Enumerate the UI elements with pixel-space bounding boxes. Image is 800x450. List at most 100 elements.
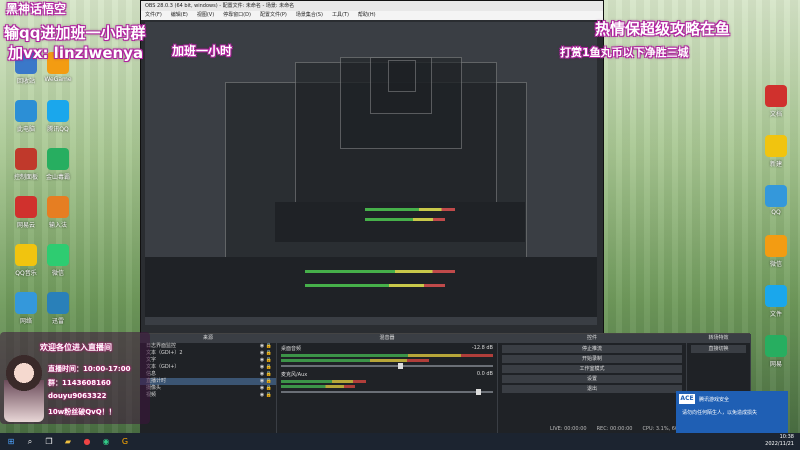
menu-help[interactable]: 帮助(H) [358,11,376,20]
fans-text: 10w粉丝破QvQ！！ [48,408,116,416]
overlay-wx-line: 加vx: linziwenya [8,44,144,62]
app-icon [765,235,787,257]
slider-handle[interactable] [476,389,482,395]
recursive-preview-5 [388,60,416,92]
douyu-text: douyu9063322 [48,392,107,400]
source-item[interactable]: 文字 ◉ 🔒 [140,357,276,364]
desktop-icon[interactable]: 新建 [756,135,796,168]
desktop-icon[interactable]: 输入法 [38,196,78,229]
app-icon [765,85,787,107]
live-time-text: 直播时间：10:00-17:00 [48,365,131,373]
source-item[interactable]: 直播计时 ◉ 🔒 [140,378,276,385]
app-icon [15,244,37,266]
streamer-info-card: 欢迎各位进入直播间 直播时间：10:00-17:00 群：1143608160 … [0,332,150,424]
menu-docks[interactable]: 停靠窗口(D) [223,11,251,20]
exit-button[interactable]: 退出 [502,385,682,393]
visibility-lock-icon[interactable]: ◉ 🔒 [260,392,272,399]
visibility-lock-icon[interactable]: ◉ 🔒 [260,385,272,392]
sources-dock-title: 来源 [140,334,276,343]
notification-title: 腾讯游戏安全 [699,396,730,403]
desktop-icon[interactable]: 腾讯QQ [38,100,78,133]
app-icon [47,148,69,170]
desktop-icon[interactable]: 文档 [756,85,796,118]
volume-meter [281,359,430,362]
mixer-channel-desktop[interactable]: 桌面音频 -12.8 dB [277,343,497,369]
source-item[interactable]: 摄像头 ◉ 🔒 [140,385,276,392]
overlay-qq-line: 输qq进加班一小时群 [4,24,146,42]
desktop-icon[interactable]: 网易 [756,335,796,368]
source-item[interactable]: 文本（GDI+）2 ◉ 🔒 [140,350,276,357]
transitions-dock-title: 转场特效 [687,334,750,343]
source-item[interactable]: 视频 ◉ 🔒 [140,392,276,399]
start-recording-button[interactable]: 开始录制 [502,355,682,363]
visibility-lock-icon[interactable]: ◉ 🔒 [260,371,272,378]
app-icon [765,135,787,157]
desktop-icon[interactable]: 文件 [756,285,796,318]
menu-tools[interactable]: 工具(T) [332,11,349,20]
desktop-icon-label: WeGame [44,76,72,83]
desktop-icon-label: 腾讯QQ [47,126,69,133]
transition-select[interactable]: 直接切换 [691,345,746,353]
file-explorer-icon[interactable]: ▰ [60,436,76,448]
visibility-lock-icon[interactable]: ◉ 🔒 [260,378,272,385]
browser-taskbar-icon[interactable]: ◉ [98,436,114,448]
start-windows-icon[interactable]: ⊞ [3,436,19,448]
desktop-icon[interactable]: 金山毒霸 [38,148,78,181]
overlay-wx-suffix: 加班一小时 [172,44,233,58]
app-icon [47,196,69,218]
obs-docks: 来源 日志界面监控 ◉ 🔒 文本（GDI+）2 ◉ 🔒 文字 ◉ 🔒 文本（GDI+） ◉ 🔒… [140,333,751,434]
source-item[interactable]: 文本（GDI+） ◉ 🔒 [140,364,276,371]
desktop-icon[interactable]: 微信 [756,235,796,268]
visibility-lock-icon[interactable]: ◉ 🔒 [260,350,272,357]
desktop-icon-label: 微信 [769,261,782,268]
mixer-channel-name: 桌面音频 [281,346,302,352]
desktop-icon[interactable]: QQ [756,185,796,216]
recursive-meter-1 [365,208,455,211]
menu-scene-collection[interactable]: 场景集合(S) [296,11,323,20]
volume-slider[interactable] [281,363,493,369]
app-icon [765,185,787,207]
studio-mode-button[interactable]: 工作室模式 [502,365,682,373]
search-icon[interactable]: ⌕ [22,436,38,448]
system-clock[interactable]: 10:38 2022/11/21 [765,434,794,448]
source-name: 日志界面监控 [146,343,177,349]
status-bar: LIVE: 00:00:00 REC: 00:00:00 CPU: 3.1%, … [550,426,695,432]
mixer-channel-db: 0.0 dB [476,371,493,377]
stop-streaming-button[interactable]: 停止推流 [502,345,682,353]
obs-menubar: 文件(F) 编辑(E) 视图(V) 停靠窗口(D) 配置文件(P) 场景集合(S… [141,11,603,20]
visibility-lock-icon[interactable]: ◉ 🔒 [260,357,272,364]
visibility-lock-icon[interactable]: ◉ 🔒 [260,343,272,350]
mixer-dock-title: 混音器 [277,334,497,343]
menu-view[interactable]: 视图(V) [197,11,214,20]
app-taskbar-icon[interactable]: G [117,436,133,448]
overlay-right-banner-2: 打赏1鱼丸币以下净胜三城 [560,46,689,59]
app-icon [15,100,37,122]
obs-taskbar-icon[interactable]: ● [79,436,95,448]
obs-preview[interactable] [145,22,597,325]
streamer-avatar [4,352,44,422]
source-item[interactable]: 日志界面监控 ◉ 🔒 [140,343,276,350]
recursive-meter-2 [365,218,445,221]
app-icon [15,196,37,218]
task-view-icon[interactable]: ❐ [41,436,57,448]
tencent-security-notification[interactable]: ACE 腾讯游戏安全 请勿向任何陌生人，以免造成损失 [676,391,788,433]
desktop-icon[interactable]: 迅雷 [38,292,78,325]
volume-slider[interactable] [281,389,493,395]
menu-profile[interactable]: 配置文件(P) [260,11,287,20]
controls-dock: 控件 停止推流 开始录制 工作室模式 设置 退出 [498,334,687,434]
recursive-docks-strip [145,257,597,317]
settings-button[interactable]: 设置 [502,375,682,383]
menu-edit[interactable]: 编辑(E) [171,11,188,20]
live-status: LIVE: 00:00:00 [550,426,587,432]
desktop-icon[interactable]: 微信 [38,244,78,277]
mixer-channel-mic[interactable]: 麦克风/Aux 0.0 dB [277,369,497,395]
desktop-icon-label: QQ [771,209,781,216]
card-banner: 欢迎各位进入直播间 [40,343,112,352]
visibility-lock-icon[interactable]: ◉ 🔒 [260,364,272,371]
clock-time: 10:38 [779,434,794,440]
source-item[interactable]: 信息 ◉ 🔒 [140,371,276,378]
desktop-icon-label: 新建 [769,161,782,168]
menu-file[interactable]: 文件(F) [145,11,162,20]
notification-body: 请勿向任何陌生人，以免造成损失 [682,410,758,416]
app-icon [15,148,37,170]
